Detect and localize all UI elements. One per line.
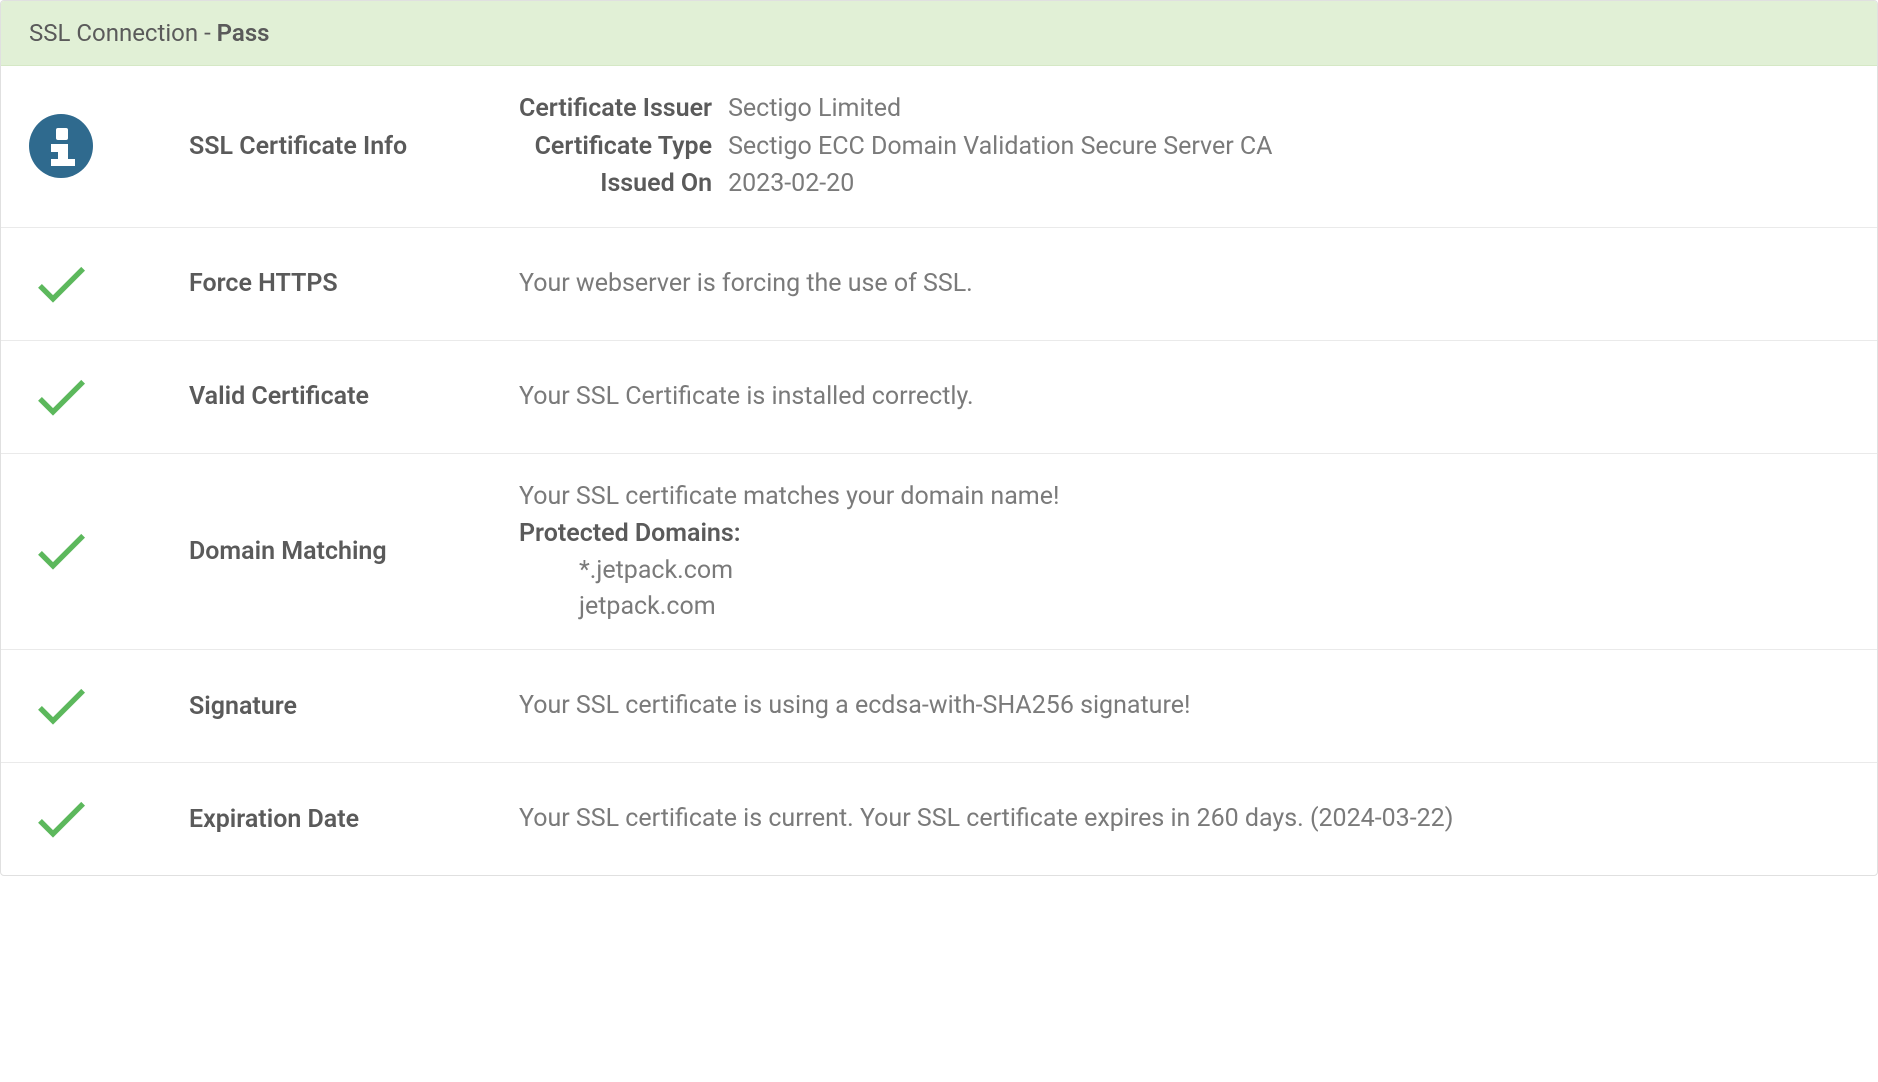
domain-matching-label: Domain Matching	[189, 537, 519, 566]
info-icon	[29, 114, 93, 178]
header-title: SSL Connection -	[29, 19, 217, 47]
check-icon	[29, 787, 93, 851]
panel-header: SSL Connection - Pass	[1, 1, 1877, 66]
row-signature: Signature Your SSL certificate is using …	[1, 650, 1877, 763]
domain-match-text: Your SSL certificate matches your domain…	[519, 478, 1849, 516]
force-https-label: Force HTTPS	[189, 269, 519, 298]
protected-domain-list: *.jetpack.com jetpack.com	[519, 553, 1849, 626]
protected-domains-label: Protected Domains:	[519, 515, 1849, 553]
cert-issuer-label: Certificate Issuer	[519, 90, 728, 128]
row-valid-cert: Valid Certificate Your SSL Certificate i…	[1, 341, 1877, 454]
icon-col	[29, 114, 189, 178]
check-icon	[29, 252, 93, 316]
valid-cert-text: Your SSL Certificate is installed correc…	[519, 378, 1849, 416]
protected-domain-2: jetpack.com	[579, 589, 1849, 625]
valid-cert-label: Valid Certificate	[189, 382, 519, 411]
cert-issued-value: 2023-02-20	[728, 165, 1272, 203]
cert-type-value: Sectigo ECC Domain Validation Secure Ser…	[728, 128, 1272, 166]
protected-domain-1: *.jetpack.com	[579, 553, 1849, 589]
icon-col	[29, 519, 189, 583]
check-icon	[29, 519, 93, 583]
cert-info-label: SSL Certificate Info	[189, 132, 519, 161]
icon-col	[29, 674, 189, 738]
row-expiration: Expiration Date Your SSL certificate is …	[1, 763, 1877, 875]
icon-col	[29, 365, 189, 429]
domain-matching-content: Your SSL certificate matches your domain…	[519, 478, 1849, 626]
row-force-https: Force HTTPS Your webserver is forcing th…	[1, 228, 1877, 341]
signature-text: Your SSL certificate is using a ecdsa-wi…	[519, 687, 1849, 725]
expiration-label: Expiration Date	[189, 805, 519, 834]
ssl-connection-panel: SSL Connection - Pass SSL Certificate In…	[0, 0, 1878, 876]
cert-issuer-value: Sectigo Limited	[728, 90, 1272, 128]
row-cert-info: SSL Certificate Info Certificate Issuer …	[1, 66, 1877, 228]
check-icon	[29, 365, 93, 429]
header-status: Pass	[217, 19, 270, 47]
cert-info-content: Certificate Issuer Sectigo Limited Certi…	[519, 90, 1849, 203]
row-domain-matching: Domain Matching Your SSL certificate mat…	[1, 454, 1877, 651]
check-icon	[29, 674, 93, 738]
force-https-text: Your webserver is forcing the use of SSL…	[519, 265, 1849, 303]
signature-label: Signature	[189, 692, 519, 721]
expiration-text: Your SSL certificate is current. Your SS…	[519, 800, 1849, 838]
icon-col	[29, 787, 189, 851]
cert-type-label: Certificate Type	[519, 128, 728, 166]
icon-col	[29, 252, 189, 316]
cert-issued-label: Issued On	[519, 165, 728, 203]
